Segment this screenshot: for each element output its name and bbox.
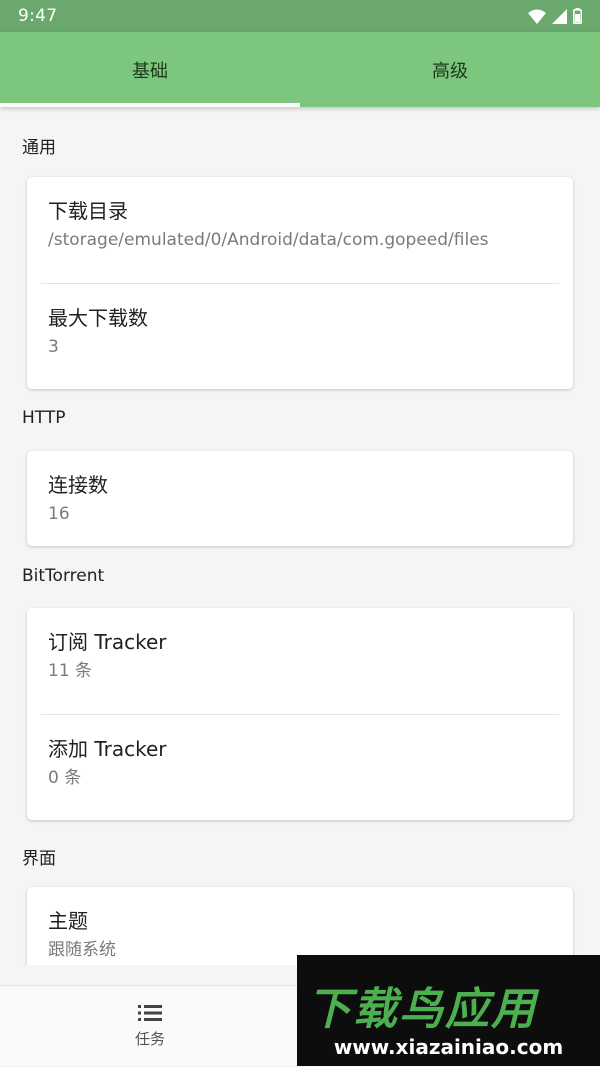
section-title-http: HTTP xyxy=(22,408,66,428)
tab-basic[interactable]: 基础 xyxy=(0,32,300,107)
watermark: 下载鸟应用 www.xiazainiao.com xyxy=(297,955,600,1066)
card-ui: 主题 跟随系统 xyxy=(27,887,573,965)
setting-value: 16 xyxy=(48,504,70,524)
tab-bar: 基础 高级 xyxy=(0,32,600,107)
tab-basic-label: 基础 xyxy=(132,60,168,82)
section-title-bittorrent: BitTorrent xyxy=(22,566,105,586)
wifi-icon xyxy=(528,9,546,24)
setting-add-tracker[interactable]: 添加 Tracker 0 条 xyxy=(41,714,559,820)
setting-title: 订阅 Tracker xyxy=(48,630,167,654)
section-title-ui: 界面 xyxy=(22,849,56,869)
card-bittorrent: 订阅 Tracker 11 条 添加 Tracker 0 条 xyxy=(27,608,573,820)
card-http: 连接数 16 xyxy=(27,451,573,546)
setting-value: 3 xyxy=(48,337,59,357)
section-title-general: 通用 xyxy=(22,138,56,158)
setting-value: 11 条 xyxy=(48,661,93,681)
card-general: 下载目录 /storage/emulated/0/Android/data/co… xyxy=(27,177,573,389)
setting-theme[interactable]: 主题 跟随系统 xyxy=(27,887,573,965)
setting-title: 下载目录 xyxy=(48,199,128,223)
tab-advanced[interactable]: 高级 xyxy=(300,32,600,107)
nav-item-tasks-label: 任务 xyxy=(134,1030,165,1048)
list-icon xyxy=(138,1005,162,1021)
setting-title: 最大下载数 xyxy=(48,306,148,330)
battery-icon xyxy=(573,8,582,24)
setting-subscribe-tracker[interactable]: 订阅 Tracker 11 条 xyxy=(27,608,573,714)
signal-icon xyxy=(552,8,567,24)
watermark-title: 下载鸟应用 xyxy=(307,984,537,1035)
setting-download-dir[interactable]: 下载目录 /storage/emulated/0/Android/data/co… xyxy=(27,177,573,283)
setting-title: 连接数 xyxy=(48,473,108,497)
status-bar: 9:47 xyxy=(0,0,600,32)
setting-connections[interactable]: 连接数 16 xyxy=(27,451,573,546)
nav-item-tasks[interactable]: 任务 xyxy=(100,986,200,1067)
settings-list[interactable]: 通用 下载目录 /storage/emulated/0/Android/data… xyxy=(0,107,600,965)
setting-title: 添加 Tracker xyxy=(48,737,167,761)
status-icons xyxy=(528,8,582,24)
setting-value: /storage/emulated/0/Android/data/com.gop… xyxy=(48,230,489,250)
setting-value: 0 条 xyxy=(48,768,82,788)
setting-max-downloads[interactable]: 最大下载数 3 xyxy=(41,283,559,389)
watermark-url: www.xiazainiao.com xyxy=(333,1035,564,1059)
tab-advanced-label: 高级 xyxy=(432,60,468,82)
setting-title: 主题 xyxy=(48,909,88,933)
status-time: 9:47 xyxy=(18,6,58,26)
